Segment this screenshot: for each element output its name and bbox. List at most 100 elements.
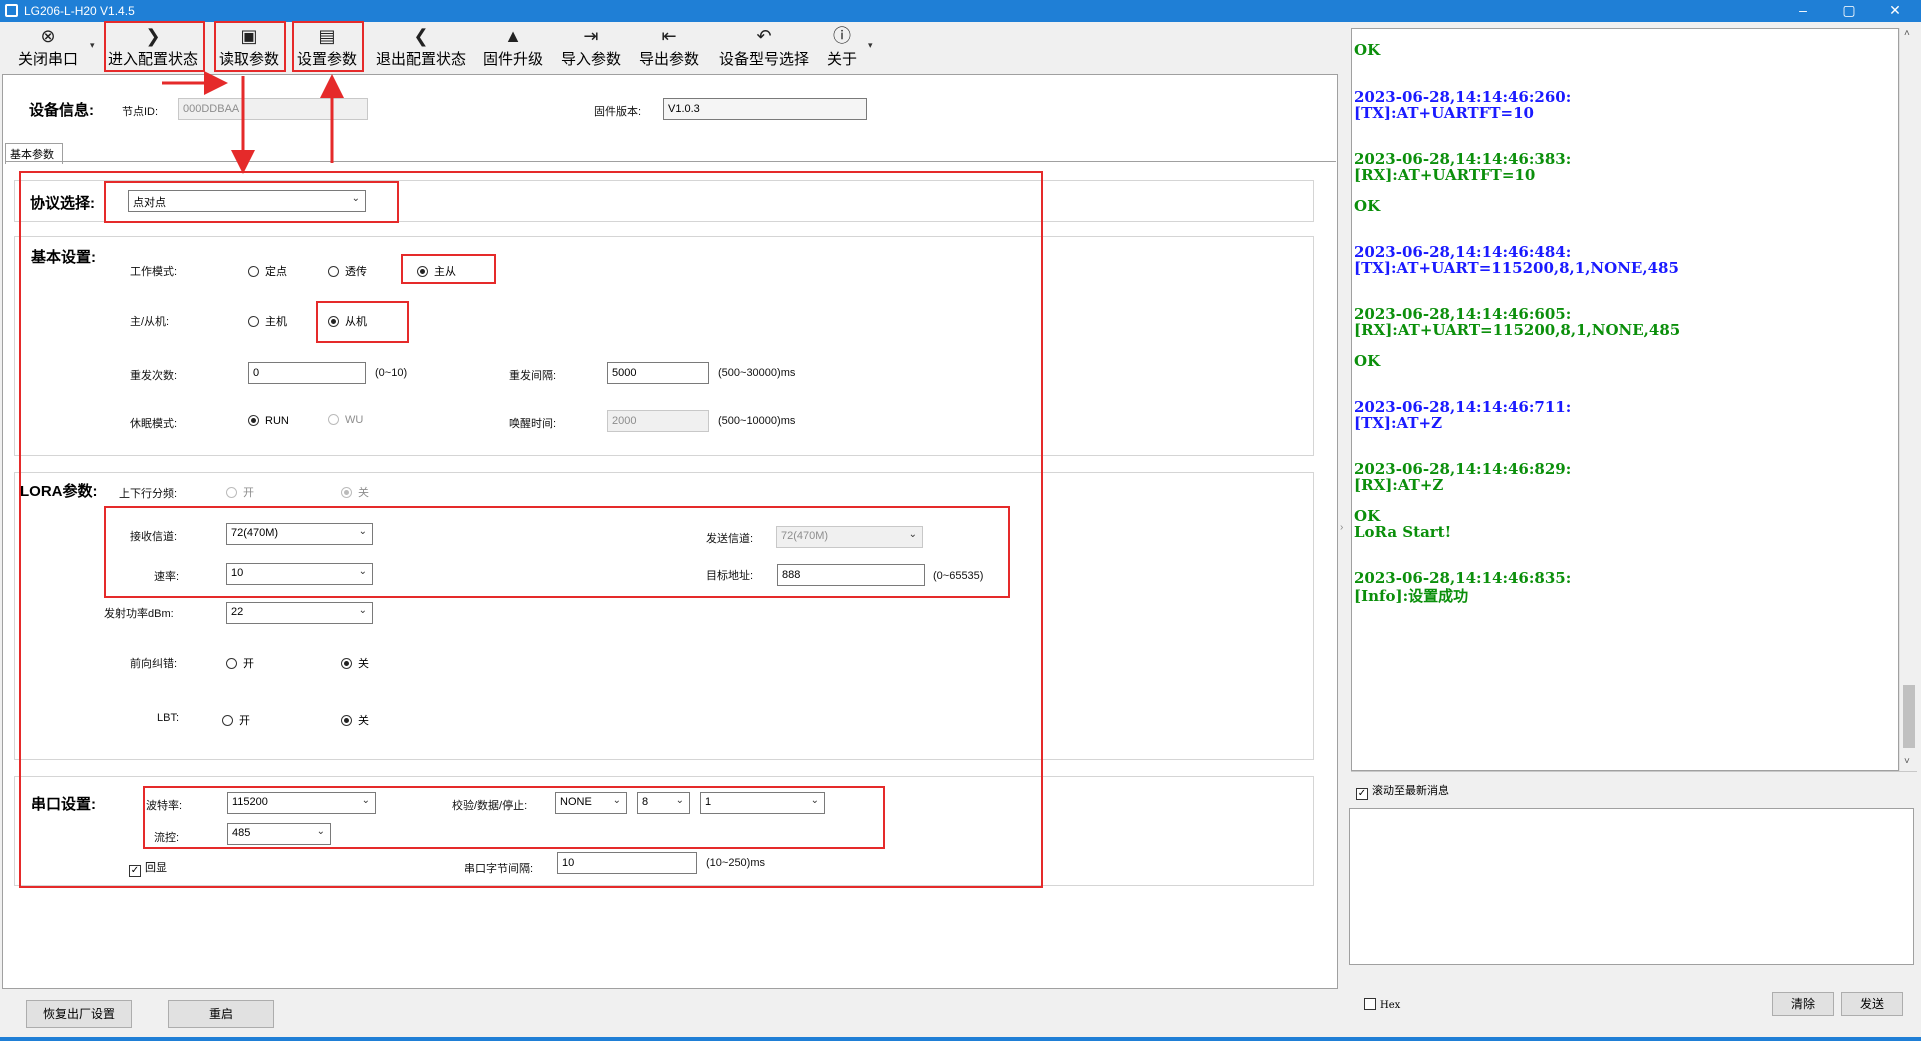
- rx-channel-label: 接收信道:: [130, 531, 178, 543]
- scroll-up-icon[interactable]: ˄: [1904, 28, 1910, 39]
- tx-channel-value: 72(470M): [781, 530, 829, 542]
- retry-interval-range: (500~30000)ms: [718, 367, 796, 379]
- sleep-mode-label: 休眠模式:: [130, 418, 178, 430]
- tx-power-select[interactable]: 22 ⌄: [226, 602, 373, 624]
- work-mode-label: 工作模式:: [130, 266, 178, 278]
- send-input[interactable]: [1349, 808, 1914, 965]
- sleep-mode-run-radio[interactable]: RUN: [248, 415, 289, 427]
- check-icon: ✓: [129, 865, 141, 877]
- fec-off-radio[interactable]: 关: [341, 655, 369, 671]
- scroll-down-icon[interactable]: ˅: [1904, 756, 1910, 767]
- log-line: LoRa Start!: [1354, 523, 1452, 541]
- tx-power-value: 22: [231, 606, 244, 618]
- lora-title: LORA参数:: [20, 483, 98, 500]
- wake-time-label: 唤醒时间:: [509, 418, 557, 430]
- data-bits-value: 8: [642, 796, 649, 808]
- window-bottom-border: [0, 1037, 1921, 1041]
- retry-count-range: (0~10): [375, 367, 408, 379]
- flow-control-value: 485: [232, 827, 251, 839]
- baud-select[interactable]: 115200 ⌄: [227, 792, 376, 814]
- flow-control-select[interactable]: 485 ⌄: [227, 823, 331, 845]
- autoscroll-checkbox[interactable]: ✓ 滚动至最新消息: [1356, 782, 1449, 800]
- byte-interval-input[interactable]: [557, 852, 697, 874]
- stop-bits-select[interactable]: 1 ⌄: [700, 792, 825, 814]
- lora-group: [14, 472, 1314, 760]
- lbt-on-radio[interactable]: 开: [222, 712, 250, 728]
- log-line: [TX]:AT+UARTFT=10: [1354, 104, 1534, 122]
- chevron-down-icon: ⌄: [361, 795, 370, 806]
- retry-count-label: 重发次数:: [130, 370, 178, 382]
- target-address-range: (0~65535): [933, 570, 984, 582]
- tx-channel-select: 72(470M) ⌄: [776, 526, 923, 548]
- target-address-input[interactable]: [777, 564, 925, 586]
- byte-interval-range: (10~250)ms: [706, 857, 766, 869]
- serial-title: 串口设置:: [31, 796, 96, 813]
- work-mode-transparent-radio[interactable]: 透传: [328, 263, 367, 279]
- lbt-off-radio[interactable]: 关: [341, 712, 369, 728]
- parity-select[interactable]: NONE ⌄: [555, 792, 627, 814]
- baud-label: 波特率:: [146, 800, 183, 812]
- restore-button[interactable]: ▢: [1827, 0, 1871, 22]
- log-line: [Info]:设置成功: [1354, 587, 1469, 605]
- chevron-down-icon: ⌄: [612, 795, 621, 806]
- rate-value: 10: [231, 567, 244, 579]
- log-divider: [1351, 771, 1917, 772]
- chevron-down-icon: ⌄: [316, 826, 325, 837]
- lbt-label: LBT:: [157, 712, 180, 724]
- role-label: 主/从机:: [130, 316, 170, 328]
- clear-button[interactable]: 清除: [1772, 992, 1834, 1016]
- fec-on-radio[interactable]: 开: [226, 655, 254, 671]
- factory-reset-button[interactable]: 恢复出厂设置: [26, 1000, 132, 1028]
- fec-label: 前向纠错:: [130, 658, 178, 670]
- echo-checkbox[interactable]: ✓ 回显: [129, 859, 167, 877]
- work-mode-master-slave-radio[interactable]: 主从: [417, 263, 456, 279]
- chevron-down-icon: ⌄: [810, 795, 819, 806]
- minimize-button[interactable]: –: [1781, 0, 1825, 22]
- retry-count-input[interactable]: [248, 362, 366, 384]
- basic-settings-title: 基本设置:: [31, 249, 96, 266]
- log-line: OK: [1354, 197, 1381, 215]
- chevron-down-icon: ⌄: [675, 795, 684, 806]
- wake-time-input: [607, 410, 709, 432]
- log-line: OK: [1354, 41, 1381, 59]
- log-output: OK 2023-06-28,14:14:46:260: [TX]:AT+UARTFT…: [1351, 28, 1899, 771]
- stop-bits-value: 1: [705, 796, 712, 808]
- rx-channel-select[interactable]: 72(470M) ⌄: [226, 523, 373, 545]
- wake-time-range: (500~10000)ms: [718, 415, 796, 427]
- scroll-thumb[interactable]: [1903, 685, 1915, 748]
- panel-splitter-handle[interactable]: ›: [1340, 490, 1348, 570]
- chevron-down-icon: ⌄: [358, 566, 367, 577]
- updown-on-radio: 开: [226, 484, 254, 500]
- check-icon: ✓: [1356, 788, 1368, 800]
- target-address-label: 目标地址:: [706, 570, 754, 582]
- chevron-down-icon: ⌄: [908, 529, 917, 540]
- baud-value: 115200: [232, 796, 268, 808]
- hex-checkbox[interactable]: Hex: [1364, 998, 1400, 1011]
- retry-interval-input[interactable]: [607, 362, 709, 384]
- data-bits-select[interactable]: 8 ⌄: [637, 792, 690, 814]
- updown-off-radio: 关: [341, 484, 369, 500]
- close-window-button[interactable]: ✕: [1873, 0, 1917, 22]
- byte-interval-label: 串口字节间隔:: [464, 863, 534, 875]
- send-button[interactable]: 发送: [1841, 992, 1903, 1016]
- tx-channel-label: 发送信道:: [706, 533, 754, 545]
- chevron-down-icon: ⌄: [358, 605, 367, 616]
- rx-channel-value: 72(470M): [231, 527, 279, 539]
- log-line: [RX]:AT+UART=115200,8,1,NONE,485: [1354, 321, 1681, 339]
- work-mode-fixed-radio[interactable]: 定点: [248, 263, 287, 279]
- restart-button[interactable]: 重启: [168, 1000, 274, 1028]
- rate-select[interactable]: 10 ⌄: [226, 563, 373, 585]
- role-slave-radio[interactable]: 从机: [328, 313, 367, 329]
- sleep-mode-wu-radio: WU: [328, 414, 363, 426]
- log-line: [TX]:AT+UART=115200,8,1,NONE,485: [1354, 259, 1679, 277]
- tx-power-label: 发射功率dBm:: [104, 608, 174, 620]
- log-line: OK: [1354, 352, 1381, 370]
- parity-label: 校验/数据/停止:: [452, 800, 528, 812]
- retry-interval-label: 重发间隔:: [509, 370, 557, 382]
- log-line: [RX]:AT+Z: [1354, 476, 1444, 494]
- log-line: [TX]:AT+Z: [1354, 414, 1443, 432]
- log-scrollbar[interactable]: ˄ ˅: [1899, 28, 1917, 771]
- role-master-radio[interactable]: 主机: [248, 313, 287, 329]
- annotation-arrows: [162, 71, 344, 174]
- parity-value: NONE: [560, 796, 592, 808]
